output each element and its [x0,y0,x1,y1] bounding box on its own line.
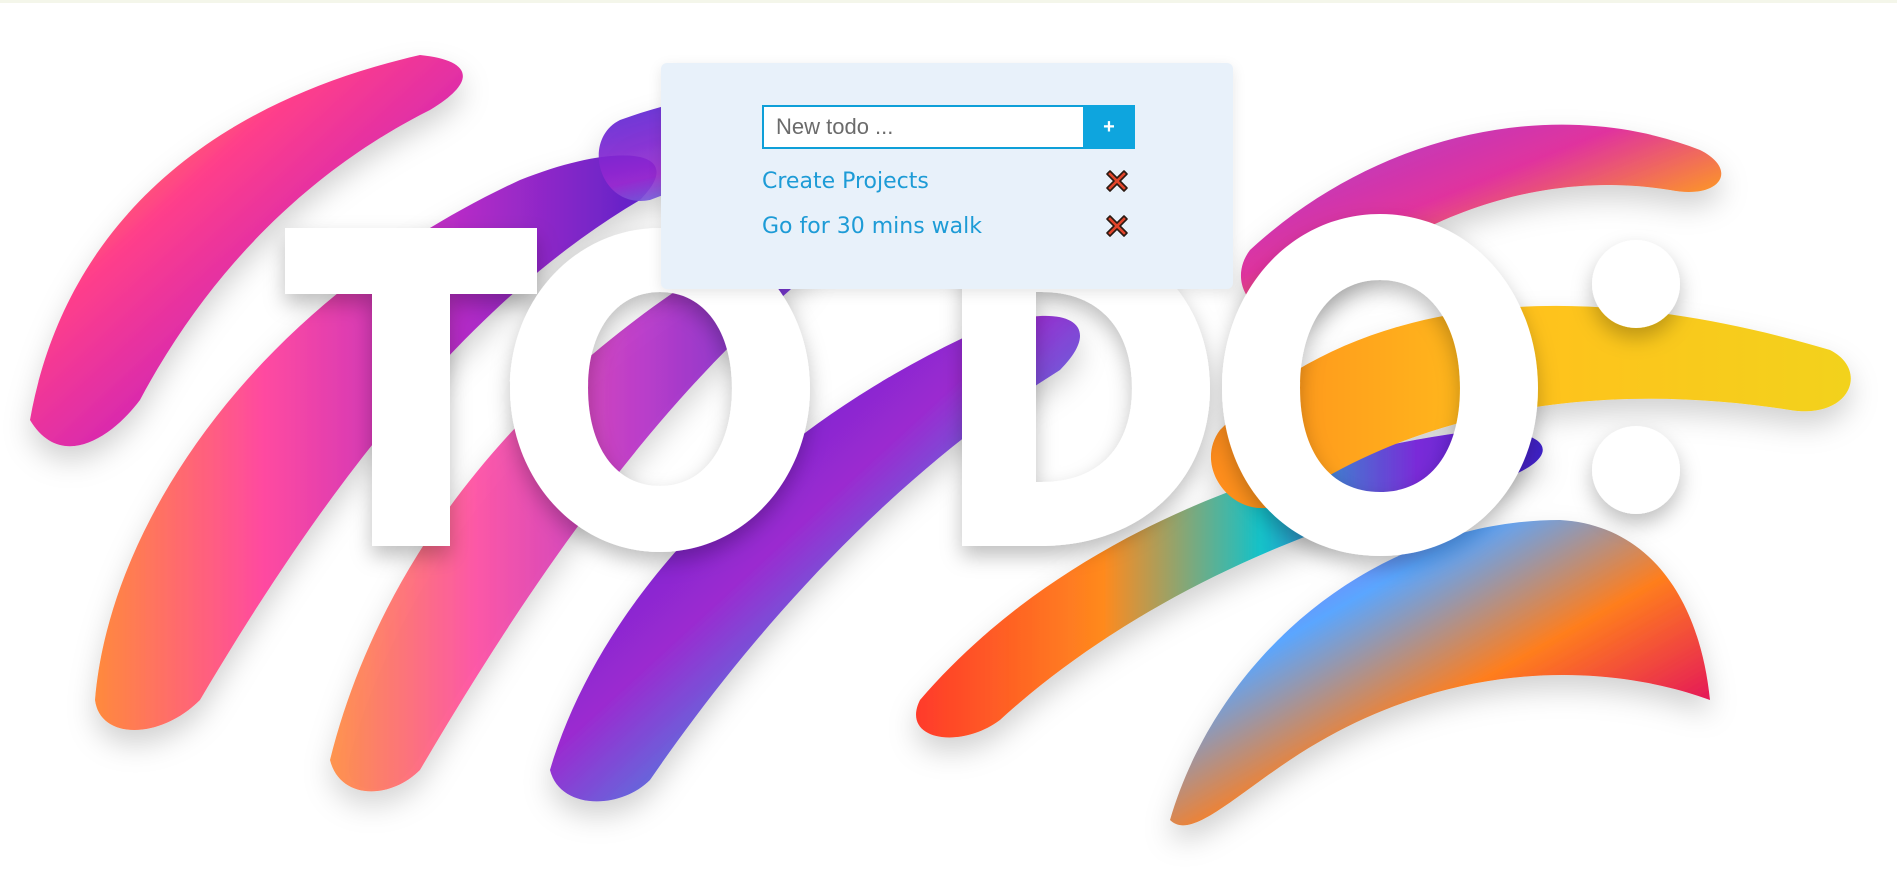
todo-list: Create Projects Go for 30 mins walk [762,159,1135,249]
add-todo-button[interactable]: + [1083,105,1135,149]
todo-item-text[interactable]: Create Projects [762,169,929,194]
add-todo-form: + [762,105,1135,149]
todo-app-page: + Create Projects Go for 30 mins walk [0,0,1897,872]
close-x-icon [1106,215,1128,237]
delete-todo-button[interactable] [1103,167,1131,195]
todo-item: Create Projects [762,159,1135,204]
delete-todo-button[interactable] [1103,212,1131,240]
new-todo-input[interactable] [762,105,1083,149]
todo-card: + Create Projects Go for 30 mins walk [661,63,1233,289]
close-x-icon [1106,170,1128,192]
todo-item: Go for 30 mins walk [762,204,1135,249]
todo-item-text[interactable]: Go for 30 mins walk [762,214,982,239]
